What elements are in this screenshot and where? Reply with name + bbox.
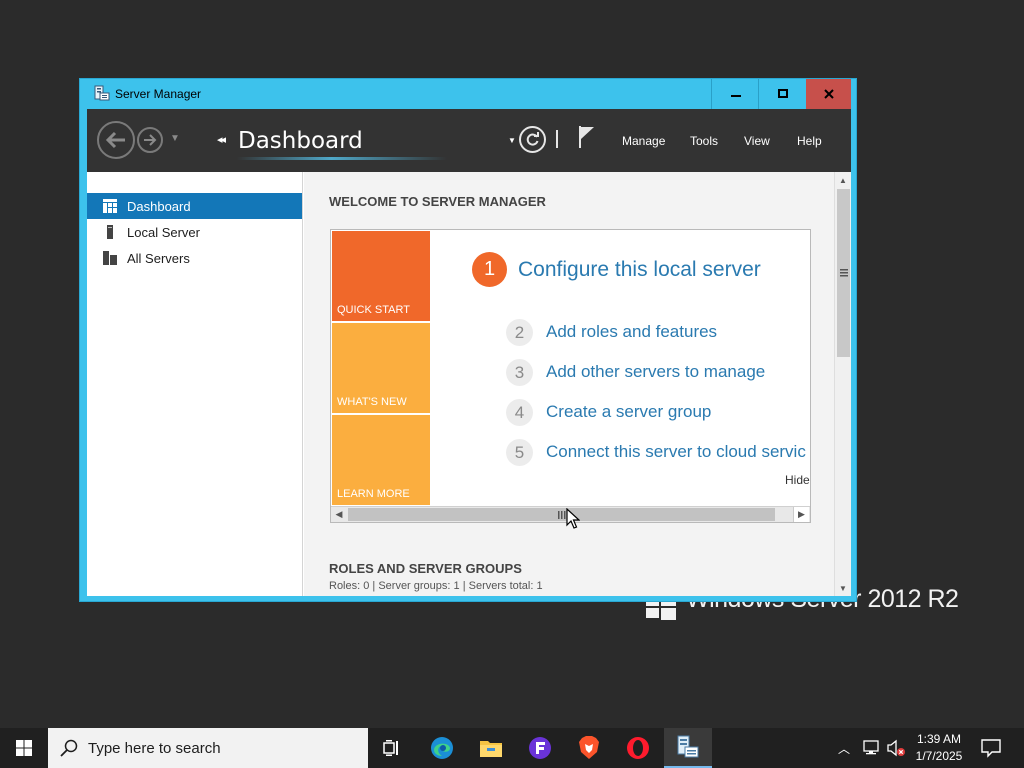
windows-start-icon xyxy=(16,740,32,756)
welcome-tile: QUICK START WHAT'S NEW LEARN MORE 1 Conf… xyxy=(330,229,811,523)
file-explorer-taskbar-button[interactable] xyxy=(467,728,515,768)
opera-taskbar-button[interactable] xyxy=(614,728,662,768)
whats-new-tab[interactable]: WHAT'S NEW xyxy=(332,323,430,413)
step-number-badge: 4 xyxy=(506,399,533,426)
close-icon xyxy=(823,89,834,99)
sidebar-item-label: Local Server xyxy=(127,224,200,240)
back-arrow-icon xyxy=(105,131,125,149)
breadcrumb-dropdown-icon[interactable]: ▼ xyxy=(508,136,516,145)
menu-tools[interactable]: Tools xyxy=(690,134,718,148)
clock-time: 1:39 AM xyxy=(916,732,962,746)
create-server-group-link[interactable]: Create a server group xyxy=(546,402,711,422)
app-f-icon xyxy=(529,737,551,759)
title-bar[interactable]: Server Manager xyxy=(80,79,856,109)
hide-link[interactable]: Hide xyxy=(785,473,810,487)
add-other-servers-link[interactable]: Add other servers to manage xyxy=(546,362,765,382)
sidebar-item-all-servers[interactable]: All Servers xyxy=(87,245,302,271)
server-manager-window: Server Manager ▼ ◂◂ Dashboard ▼ Manage T… xyxy=(79,78,857,602)
header-bar: ▼ ◂◂ Dashboard ▼ Manage Tools View Help xyxy=(87,109,851,172)
breadcrumb-title: Dashboard xyxy=(238,128,363,154)
quick-start-panel: 1 Configure this local server 2 Add role… xyxy=(431,230,811,506)
maximize-button[interactable] xyxy=(759,79,806,109)
scroll-thumb[interactable] xyxy=(348,508,775,521)
edge-taskbar-button[interactable] xyxy=(418,728,466,768)
roles-heading: ROLES AND SERVER GROUPS xyxy=(329,561,522,576)
sidebar-item-dashboard[interactable]: Dashboard xyxy=(87,193,302,219)
minimize-icon xyxy=(730,95,741,97)
notifications-flag-icon[interactable] xyxy=(577,125,595,149)
dashboard-content: WELCOME TO SERVER MANAGER QUICK START WH… xyxy=(304,172,834,596)
forward-button[interactable] xyxy=(137,127,163,153)
app-taskbar-button[interactable] xyxy=(516,728,564,768)
task-view-button[interactable] xyxy=(368,728,416,768)
taskbar-search-box[interactable]: Type here to search xyxy=(48,728,368,768)
task-view-icon xyxy=(383,740,398,756)
dashboard-icon xyxy=(103,199,117,213)
menu-help[interactable]: Help xyxy=(797,134,822,148)
scroll-thumb[interactable] xyxy=(837,189,850,357)
scroll-down-icon[interactable]: ▼ xyxy=(835,580,851,596)
menu-view[interactable]: View xyxy=(744,134,770,148)
volume-muted-icon[interactable] xyxy=(886,739,906,757)
window-title: Server Manager xyxy=(115,87,202,101)
back-button[interactable] xyxy=(97,121,135,159)
folder-icon xyxy=(480,741,502,757)
step-number-badge: 3 xyxy=(506,359,533,386)
server-manager-taskbar-button[interactable] xyxy=(664,728,712,768)
breadcrumb-underline xyxy=(237,157,447,160)
sidebar-item-label: All Servers xyxy=(127,250,190,266)
tile-label: QUICK START xyxy=(337,304,410,316)
vertical-scrollbar[interactable]: ▲ ▼ xyxy=(834,172,851,596)
menu-manage[interactable]: Manage xyxy=(622,134,665,148)
tile-label: LEARN MORE xyxy=(337,488,410,500)
server-manager-icon xyxy=(677,735,699,758)
history-dropdown-icon[interactable]: ▼ xyxy=(170,133,180,144)
roles-summary: Roles: 0 | Server groups: 1 | Servers to… xyxy=(329,580,543,592)
brave-lion-icon xyxy=(579,736,599,759)
refresh-icon xyxy=(526,132,539,146)
close-button[interactable] xyxy=(806,79,851,109)
system-clock[interactable]: 1:39 AM 1/7/2025 xyxy=(910,731,968,765)
breadcrumb-arrows-icon: ◂◂ xyxy=(217,134,226,146)
configure-local-server-link[interactable]: Configure this local server xyxy=(518,258,761,282)
brave-taskbar-button[interactable] xyxy=(565,728,613,768)
show-hidden-icons-chevron-icon[interactable]: ︿ xyxy=(838,740,850,757)
opera-icon xyxy=(627,737,649,759)
grip-icon xyxy=(839,269,848,277)
search-placeholder: Type here to search xyxy=(88,739,221,757)
clock-date: 1/7/2025 xyxy=(915,749,963,763)
toolbar-separator xyxy=(556,130,558,148)
search-icon xyxy=(60,739,78,757)
notification-center-icon[interactable] xyxy=(980,738,1002,758)
tile-label: WHAT'S NEW xyxy=(337,396,407,408)
scroll-right-icon[interactable]: ▶ xyxy=(793,507,809,522)
window-body: Dashboard Local Server All Servers WELCO… xyxy=(87,172,851,596)
taskbar: Type here to search ︿ 1:39 AM 1/7/2025 xyxy=(0,728,1024,768)
servers-icon xyxy=(103,251,117,265)
edge-icon xyxy=(431,737,453,759)
start-button[interactable] xyxy=(0,728,48,768)
quick-start-tab[interactable]: QUICK START xyxy=(332,231,430,321)
mouse-cursor-icon xyxy=(566,508,580,529)
step-number-badge: 2 xyxy=(506,319,533,346)
minimize-button[interactable] xyxy=(712,79,759,109)
step-number-badge: 5 xyxy=(506,439,533,466)
forward-arrow-icon xyxy=(144,134,157,146)
scroll-up-icon[interactable]: ▲ xyxy=(835,172,851,188)
connect-cloud-link[interactable]: Connect this server to cloud servic xyxy=(546,442,806,462)
sidebar-item-local-server[interactable]: Local Server xyxy=(87,219,302,245)
scroll-left-icon[interactable]: ◀ xyxy=(331,507,347,522)
refresh-button[interactable] xyxy=(519,126,546,153)
sidebar-item-label: Dashboard xyxy=(127,198,191,214)
learn-more-tab[interactable]: LEARN MORE xyxy=(332,415,430,505)
welcome-heading: WELCOME TO SERVER MANAGER xyxy=(329,194,546,209)
step-number-badge: 1 xyxy=(472,252,507,287)
server-manager-app-icon xyxy=(94,85,110,101)
add-roles-features-link[interactable]: Add roles and features xyxy=(546,322,717,342)
maximize-icon xyxy=(777,89,788,98)
navigation-sidebar: Dashboard Local Server All Servers xyxy=(87,172,303,596)
network-icon[interactable] xyxy=(862,740,880,756)
grip-icon xyxy=(557,510,565,519)
server-icon xyxy=(107,225,113,239)
